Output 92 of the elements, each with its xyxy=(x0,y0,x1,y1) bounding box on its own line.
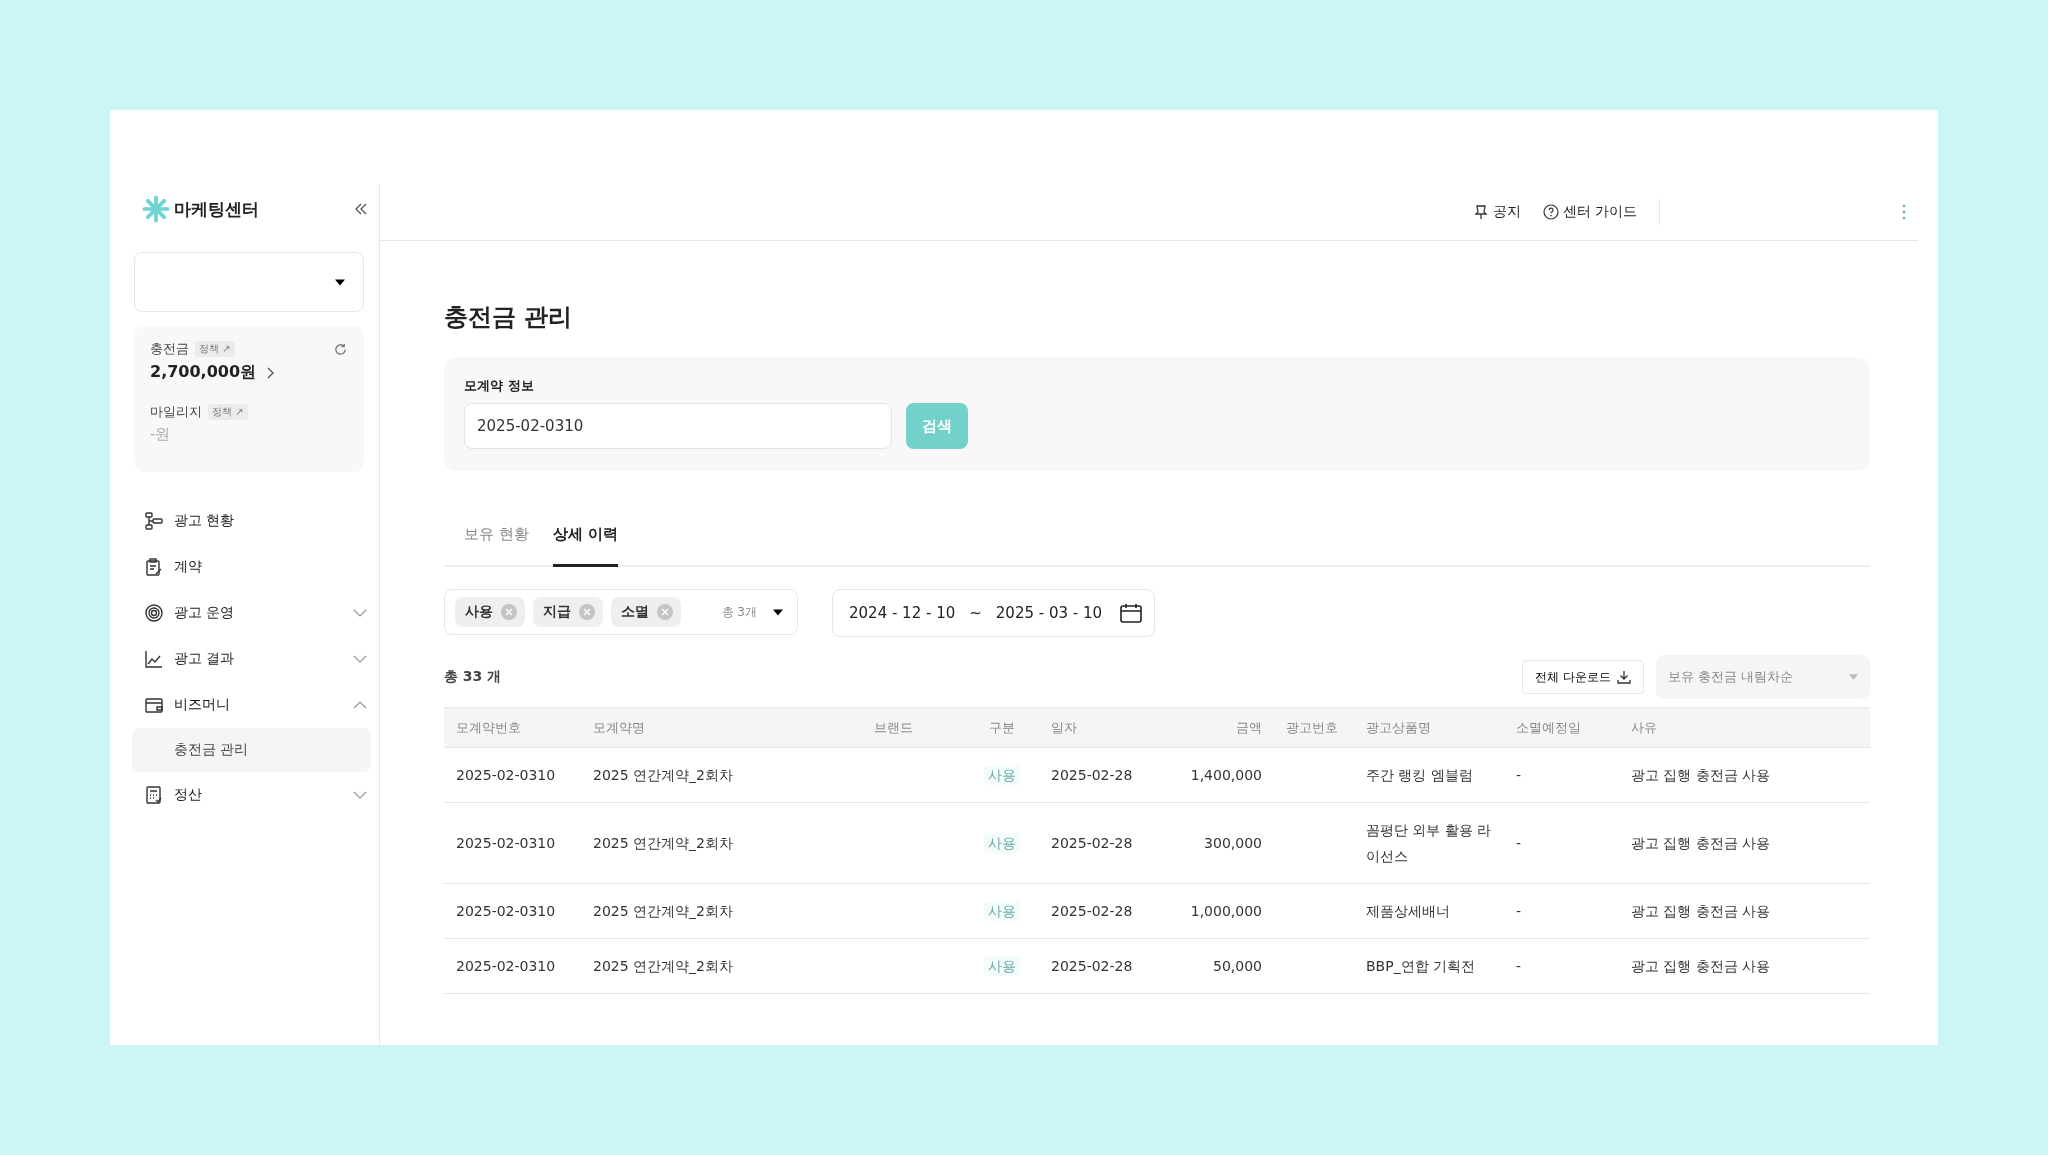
column-header: 모계약번호 xyxy=(444,708,581,748)
type-tag: 사용 xyxy=(984,765,1020,785)
tab[interactable]: 상세 이력 xyxy=(552,505,618,567)
table-cell: 제품상세배너 xyxy=(1366,903,1450,919)
type-tag: 사용 xyxy=(984,833,1020,853)
table-cell: 2025-02-0310 xyxy=(456,767,556,783)
contract-input[interactable]: 2025-02-0310 xyxy=(464,403,892,449)
table-cell: 2025 연간계약_2회차 xyxy=(593,903,733,919)
column-header: 금액 xyxy=(1149,708,1274,748)
logo-icon xyxy=(142,195,170,223)
table-cell: 2025 연간계약_2회차 xyxy=(593,835,733,851)
page-title: 충전금 관리 xyxy=(444,302,574,333)
nav-subitem[interactable]: 충전금 관리 xyxy=(132,728,371,772)
tab[interactable]: 보유 현황 xyxy=(464,505,529,567)
filter-chip[interactable]: 소멸 xyxy=(611,597,681,627)
column-header: 사유 xyxy=(1619,708,1870,748)
more-icon[interactable] xyxy=(1902,204,1906,220)
table-cell: 광고 집행 충전금 사용 xyxy=(1631,903,1771,919)
mileage-amount: -원 xyxy=(150,425,172,444)
table-cell: 2025-02-28 xyxy=(1051,903,1133,919)
policy-link[interactable]: 정책 ↗ xyxy=(208,404,248,420)
status-icon xyxy=(144,511,164,531)
header-link[interactable]: 공지 xyxy=(1472,203,1521,221)
chevron-right-icon[interactable] xyxy=(266,366,275,379)
balance-label: 충전금 xyxy=(150,340,189,358)
dropdown-icon xyxy=(335,278,345,286)
table-cell: - xyxy=(1516,835,1522,851)
table-cell: 2025-02-0310 xyxy=(456,958,556,974)
table-cell: 2025-02-0310 xyxy=(456,903,556,919)
table-cell: 광고 집행 충전금 사용 xyxy=(1631,958,1771,974)
field-label: 모계약 정보 xyxy=(464,377,535,395)
chart-icon xyxy=(144,649,164,669)
refresh-icon[interactable] xyxy=(333,341,348,357)
help-icon xyxy=(1542,204,1559,220)
wallet-icon xyxy=(144,695,164,715)
table-cell: 2025 연간계약_2회차 xyxy=(593,767,733,783)
nav-item[interactable]: 정산 xyxy=(132,772,379,818)
nav-item[interactable]: 광고 현황 xyxy=(132,498,379,544)
table-cell: 300,000 xyxy=(1204,835,1262,851)
table-cell: - xyxy=(1516,903,1522,919)
mileage-label: 마일리지 xyxy=(150,403,202,421)
table-cell: 광고 집행 충전금 사용 xyxy=(1631,835,1771,851)
table-cell: 50,000 xyxy=(1213,958,1262,974)
column-header: 광고상품명 xyxy=(1354,708,1504,748)
remove-icon[interactable] xyxy=(657,604,673,620)
table-cell: BBP_연합 기획전 xyxy=(1366,958,1476,974)
type-tag: 사용 xyxy=(984,956,1020,976)
column-header: 브랜드 xyxy=(821,708,965,748)
nav-item[interactable]: 계약 xyxy=(132,544,379,590)
calc-icon xyxy=(144,785,164,805)
header-link[interactable]: 센터 가이드 xyxy=(1542,203,1637,221)
type-tag: 사용 xyxy=(984,901,1020,921)
download-button[interactable]: 전체 다운로드 xyxy=(1522,660,1644,694)
column-header: 소멸예정일 xyxy=(1504,708,1619,748)
nav-item[interactable]: 광고 결과 xyxy=(132,636,379,682)
date-range-field[interactable]: 2024 - 12 - 10 ~ 2025 - 03 - 10 xyxy=(832,589,1156,637)
table-cell: 2025-02-28 xyxy=(1051,958,1133,974)
filter-chip[interactable]: 사용 xyxy=(455,597,525,627)
type-filter[interactable]: 사용 지급 소멸 총 3개 xyxy=(444,589,798,635)
column-header: 일자 xyxy=(1039,708,1149,748)
dropdown-icon xyxy=(773,608,783,616)
pin-icon xyxy=(1472,204,1489,220)
table-cell: 2025-02-0310 xyxy=(456,835,556,851)
chip-count: 총 3개 xyxy=(721,603,757,621)
table-cell: 2025 연간계약_2회차 xyxy=(593,958,733,974)
table-cell: 꼼평단 외부 활용 라이선스 xyxy=(1366,822,1492,864)
table-cell: 2025-02-28 xyxy=(1051,835,1133,851)
column-header: 구분 xyxy=(965,708,1039,748)
collapse-icon[interactable] xyxy=(353,201,369,217)
table-cell: - xyxy=(1516,767,1522,783)
table-cell: 1,000,000 xyxy=(1190,903,1262,919)
table-cell: - xyxy=(1516,958,1522,974)
column-header: 모계약명 xyxy=(581,708,821,748)
calendar-icon xyxy=(1120,603,1143,623)
table-cell: 광고 집행 충전금 사용 xyxy=(1631,767,1771,783)
table-cell: 2025-02-28 xyxy=(1051,767,1133,783)
target-icon xyxy=(144,603,164,623)
table-cell: 주간 랭킹 엠블럼 xyxy=(1366,767,1473,783)
logo-text: 마케팅센터 xyxy=(174,197,259,221)
total-count: 총 33 개 xyxy=(444,668,502,686)
policy-link[interactable]: 정책 ↗ xyxy=(195,341,235,357)
nav-item[interactable]: 광고 운영 xyxy=(132,590,379,636)
balance-amount[interactable]: 2,700,000원 xyxy=(150,362,257,383)
dropdown-icon xyxy=(1849,674,1858,680)
remove-icon[interactable] xyxy=(501,604,517,620)
column-header: 광고번호 xyxy=(1274,708,1354,748)
nav-item[interactable]: 비즈머니 xyxy=(132,682,379,728)
filter-chip[interactable]: 지급 xyxy=(533,597,603,627)
download-icon xyxy=(1617,670,1631,684)
contract-icon xyxy=(144,557,164,577)
remove-icon[interactable] xyxy=(579,604,595,620)
table-cell: 1,400,000 xyxy=(1190,767,1262,783)
